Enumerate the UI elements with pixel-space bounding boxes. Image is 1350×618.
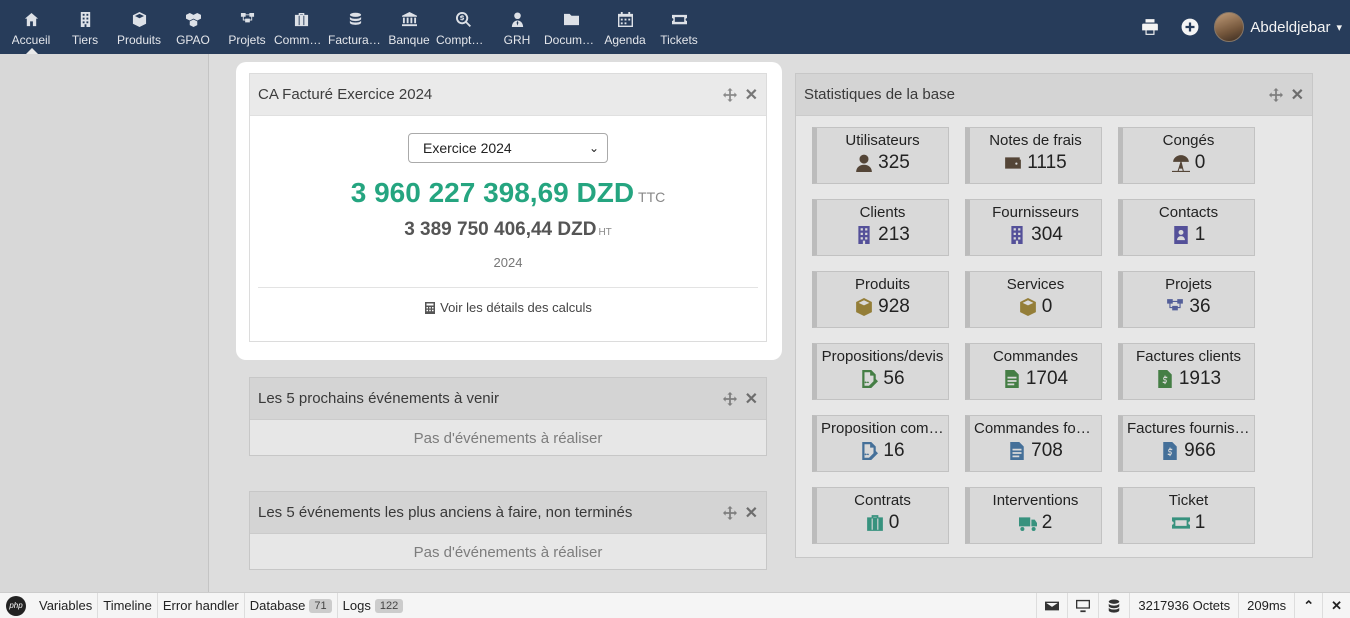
ca-ttc-suffix: TTC bbox=[638, 189, 666, 205]
move-icon[interactable] bbox=[722, 87, 737, 102]
debug-tab-label: Logs bbox=[342, 598, 371, 613]
chevron-down-icon: ▾ bbox=[1336, 21, 1342, 34]
ca-ht-amount: 3 389 750 406,44 DZD bbox=[404, 219, 597, 240]
nav-item-0[interactable]: Accueil bbox=[4, 0, 58, 54]
divider bbox=[258, 287, 758, 288]
debug-bar: php Variables Timeline Error handler Databa… bbox=[0, 592, 1350, 618]
debug-tab-label: Error handler bbox=[162, 598, 239, 613]
debug-tab[interactable]: Database 71 bbox=[243, 592, 337, 618]
widget-title: CA Facturé Exercice 2024 bbox=[258, 86, 433, 103]
nav-item-label: Banque bbox=[388, 33, 430, 47]
nav-item-3[interactable]: GPAO bbox=[166, 0, 220, 54]
ca-ht-suffix: HT bbox=[598, 227, 612, 238]
envelope-icon[interactable] bbox=[1036, 592, 1067, 618]
widget-ca-invoiced: CA Facturé Exercice 2024 ✕ Exercice 2024… bbox=[249, 73, 767, 342]
nav-item-11[interactable]: Agenda bbox=[598, 0, 652, 54]
widget-body: Exercice 2024 ⌄ 3 960 227 398,69 DZD TTC … bbox=[250, 116, 766, 315]
folder-icon bbox=[563, 11, 579, 27]
main-menu: Accueil Tiers Produits GPAO Projets Commerce F… bbox=[0, 0, 706, 54]
highlight-frame: CA Facturé Exercice 2024 ✕ Exercice 2024… bbox=[236, 62, 782, 360]
details-link[interactable]: Voir les détails des calculs bbox=[250, 300, 766, 315]
nav-item-9[interactable]: GRH bbox=[490, 0, 544, 54]
debug-tab[interactable]: Logs 122 bbox=[336, 592, 409, 618]
nav-item-label: Tiers bbox=[71, 33, 99, 47]
fiscal-year-value: Exercice 2024 bbox=[423, 140, 512, 156]
home-icon bbox=[23, 11, 39, 27]
nav-item-label: GPAO bbox=[176, 33, 210, 47]
cubes-icon bbox=[185, 11, 201, 27]
debug-right-tools: 3217936 Octets 209ms ⌃ ✕ bbox=[1036, 592, 1350, 618]
nav-item-1[interactable]: Tiers bbox=[58, 0, 112, 54]
user-menu[interactable]: Abdeldjebar ▾ bbox=[1214, 12, 1350, 42]
chevron-down-icon: ⌄ bbox=[588, 141, 599, 155]
coins-icon bbox=[347, 11, 363, 27]
top-navbar: Accueil Tiers Produits GPAO Projets Commerce F… bbox=[0, 0, 1350, 54]
cube-icon bbox=[131, 11, 147, 27]
nav-item-label: Facturation bbox=[328, 33, 382, 47]
close-icon[interactable]: ✕ bbox=[745, 85, 758, 105]
debug-tab-label: Database bbox=[249, 598, 306, 613]
nav-item-label: Accueil bbox=[11, 33, 51, 47]
search-dollar-icon bbox=[455, 11, 471, 27]
ca-ht: 3 389 750 406,44 DZD HT bbox=[250, 219, 766, 241]
widget-header: CA Facturé Exercice 2024 ✕ bbox=[250, 74, 766, 116]
php-logo-icon[interactable]: php bbox=[6, 595, 26, 616]
debug-tabs: Variables Timeline Error handler Database 71… bbox=[34, 592, 409, 618]
chevron-up-icon[interactable]: ⌃ bbox=[1294, 592, 1322, 618]
print-icon[interactable] bbox=[1130, 18, 1170, 36]
nav-item-4[interactable]: Projets bbox=[220, 0, 274, 54]
debug-tab-badge: 122 bbox=[374, 598, 404, 613]
request-time: 209ms bbox=[1238, 592, 1294, 618]
nav-item-2[interactable]: Produits bbox=[112, 0, 166, 54]
nav-item-label: GRH bbox=[503, 33, 531, 47]
ca-ttc: 3 960 227 398,69 DZD TTC bbox=[250, 177, 766, 209]
desktop-icon[interactable] bbox=[1067, 592, 1098, 618]
debug-tab[interactable]: Variables bbox=[34, 593, 97, 618]
debug-tab-badge: 71 bbox=[309, 598, 332, 613]
calendar-icon bbox=[617, 11, 633, 27]
memory-usage: 3217936 Octets bbox=[1129, 592, 1238, 618]
debug-tab-label: Timeline bbox=[103, 598, 152, 613]
database-icon[interactable] bbox=[1098, 592, 1129, 618]
debug-tab[interactable]: Error handler bbox=[156, 592, 244, 618]
nav-item-label: Produits bbox=[116, 33, 162, 47]
bank-icon bbox=[401, 11, 417, 27]
nav-item-6[interactable]: Facturation bbox=[328, 0, 382, 54]
nav-item-7[interactable]: Banque bbox=[382, 0, 436, 54]
ca-year: 2024 bbox=[493, 255, 523, 270]
nav-item-label: Commerce bbox=[274, 33, 328, 47]
plus-circle-icon[interactable] bbox=[1170, 18, 1210, 36]
nav-item-10[interactable]: Documents bbox=[544, 0, 598, 54]
nav-item-12[interactable]: Tickets bbox=[652, 0, 706, 54]
nav-item-label: Documents bbox=[544, 33, 598, 47]
nav-item-8[interactable]: Comptabilité bbox=[436, 0, 490, 54]
close-icon[interactable]: ✕ bbox=[1322, 592, 1350, 618]
user-name: Abdeldjebar bbox=[1250, 18, 1331, 36]
sitemap-icon bbox=[239, 11, 255, 27]
nav-item-label: Comptabilité bbox=[436, 33, 490, 47]
top-right-tools: Abdeldjebar ▾ bbox=[1130, 0, 1350, 54]
debug-tab-label: Variables bbox=[39, 598, 93, 613]
avatar bbox=[1214, 12, 1245, 42]
ca-ttc-amount: 3 960 227 398,69 DZD bbox=[350, 177, 635, 208]
debug-tab[interactable]: Timeline bbox=[97, 592, 157, 618]
user-tie-icon bbox=[509, 11, 525, 27]
nav-item-label: Tickets bbox=[660, 33, 698, 47]
calculator-icon bbox=[425, 301, 436, 314]
suitcase-icon bbox=[293, 11, 309, 27]
fiscal-year-select[interactable]: Exercice 2024 ⌄ bbox=[408, 133, 608, 163]
details-link-label: Voir les détails des calculs bbox=[440, 300, 592, 315]
nav-item-5[interactable]: Commerce bbox=[274, 0, 328, 54]
ticket-icon bbox=[671, 11, 687, 27]
building-icon bbox=[77, 11, 93, 27]
nav-item-label: Agenda bbox=[604, 33, 646, 47]
nav-item-label: Projets bbox=[228, 33, 266, 47]
